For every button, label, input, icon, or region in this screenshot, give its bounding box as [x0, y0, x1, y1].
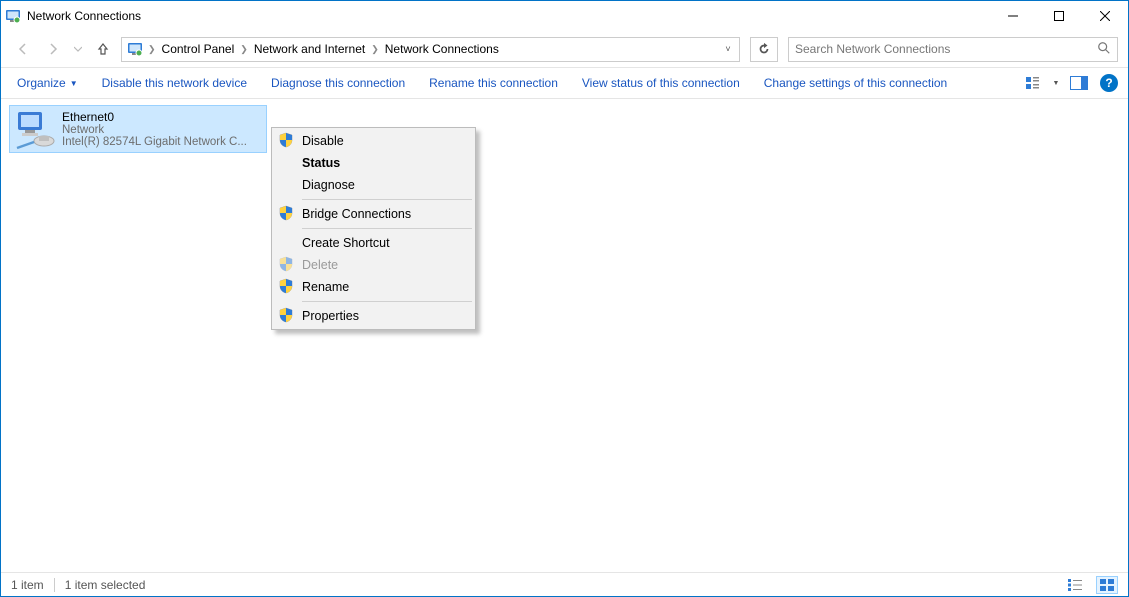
view-options-dropdown[interactable]: ▼ [1050, 70, 1062, 96]
view-options-button[interactable] [1020, 70, 1046, 96]
status-separator [54, 578, 55, 592]
menu-separator [302, 228, 472, 229]
breadcrumb-root-label: Control Panel [162, 42, 235, 56]
shield-icon [278, 256, 294, 272]
ctx-rename-label: Rename [302, 280, 349, 294]
command-bar: Organize ▼ Disable this network device D… [1, 67, 1128, 99]
ctx-delete: Delete [274, 254, 473, 276]
organize-menu[interactable]: Organize ▼ [7, 72, 88, 94]
address-dropdown-button[interactable]: ˅ [719, 44, 737, 54]
chevron-right-icon: ❯ [146, 44, 158, 55]
chevron-right-icon: ❯ [238, 44, 250, 55]
menu-separator [302, 199, 472, 200]
shield-icon [278, 278, 294, 294]
maximize-button[interactable] [1036, 1, 1082, 31]
ctx-delete-label: Delete [302, 258, 338, 272]
ctx-properties-label: Properties [302, 309, 359, 323]
titlebar: Network Connections [1, 1, 1128, 31]
ctx-create-shortcut[interactable]: Create Shortcut [274, 232, 473, 254]
address-bar[interactable]: ❯ Control Panel ❯ Network and Internet ❯… [121, 37, 740, 62]
adapter-status: Network [62, 124, 247, 136]
recent-locations-button[interactable] [71, 37, 85, 61]
disable-device-button[interactable]: Disable this network device [92, 72, 257, 94]
chevron-right-icon: ❯ [369, 44, 381, 55]
breadcrumb-leaf-label: Network Connections [385, 42, 499, 56]
window-frame: Network Connections [0, 0, 1129, 597]
refresh-button[interactable] [750, 37, 778, 62]
change-settings-button[interactable]: Change settings of this connection [754, 72, 957, 94]
shield-icon [278, 205, 294, 221]
minimize-button[interactable] [990, 1, 1036, 31]
close-button[interactable] [1082, 1, 1128, 31]
shield-icon [278, 132, 294, 148]
ctx-diagnose-label: Diagnose [302, 178, 355, 192]
ctx-bridge[interactable]: Bridge Connections [274, 203, 473, 225]
rename-button[interactable]: Rename this connection [419, 72, 568, 94]
network-adapter-item[interactable]: Ethernet0 Network Intel(R) 82574L Gigabi… [9, 105, 267, 153]
tiles-view-button[interactable] [1096, 576, 1118, 594]
search-icon [1097, 41, 1111, 58]
context-menu: Disable Status Diagnose Bridge Connectio… [271, 127, 476, 330]
diagnose-button[interactable]: Diagnose this connection [261, 72, 415, 94]
ctx-rename[interactable]: Rename [274, 276, 473, 298]
view-status-button[interactable]: View status of this connection [572, 72, 750, 94]
change-settings-label: Change settings of this connection [764, 76, 947, 90]
ctx-disable-label: Disable [302, 134, 344, 148]
adapter-device: Intel(R) 82574L Gigabit Network C... [62, 136, 247, 148]
help-icon: ? [1100, 74, 1118, 92]
breadcrumb-mid-label: Network and Internet [254, 42, 365, 56]
app-icon [5, 8, 21, 24]
status-item-count: 1 item [11, 578, 44, 592]
details-view-button[interactable] [1064, 576, 1086, 594]
status-selected-count: 1 item selected [65, 578, 146, 592]
ctx-status-label: Status [302, 156, 340, 170]
chevron-down-icon: ▼ [70, 79, 78, 88]
content-area[interactable]: Ethernet0 Network Intel(R) 82574L Gigabi… [1, 99, 1128, 572]
back-button[interactable] [11, 37, 35, 61]
adapter-icon [14, 108, 56, 150]
address-icon [127, 41, 143, 57]
breadcrumb-root[interactable]: Control Panel [158, 38, 239, 61]
chevron-down-icon: ▼ [1053, 80, 1060, 87]
help-button[interactable]: ? [1096, 70, 1122, 96]
view-status-label: View status of this connection [582, 76, 740, 90]
preview-pane-button[interactable] [1066, 70, 1092, 96]
disable-device-label: Disable this network device [102, 76, 247, 90]
status-bar: 1 item 1 item selected [1, 572, 1128, 596]
menu-separator [302, 301, 472, 302]
breadcrumb-mid[interactable]: Network and Internet [250, 38, 369, 61]
shield-icon [278, 307, 294, 323]
forward-button[interactable] [41, 37, 65, 61]
up-button[interactable] [91, 37, 115, 61]
ctx-create-shortcut-label: Create Shortcut [302, 236, 390, 250]
adapter-name: Ethernet0 [62, 110, 247, 124]
ctx-bridge-label: Bridge Connections [302, 207, 411, 221]
navbar: ❯ Control Panel ❯ Network and Internet ❯… [1, 31, 1128, 67]
window-title: Network Connections [27, 9, 141, 23]
breadcrumb-leaf[interactable]: Network Connections [381, 38, 503, 61]
ctx-status[interactable]: Status [274, 152, 473, 174]
diagnose-label: Diagnose this connection [271, 76, 405, 90]
ctx-properties[interactable]: Properties [274, 305, 473, 327]
search-box[interactable] [788, 37, 1118, 62]
search-input[interactable] [795, 42, 1097, 56]
organize-label: Organize [17, 76, 66, 90]
rename-label: Rename this connection [429, 76, 558, 90]
ctx-diagnose[interactable]: Diagnose [274, 174, 473, 196]
ctx-disable[interactable]: Disable [274, 130, 473, 152]
